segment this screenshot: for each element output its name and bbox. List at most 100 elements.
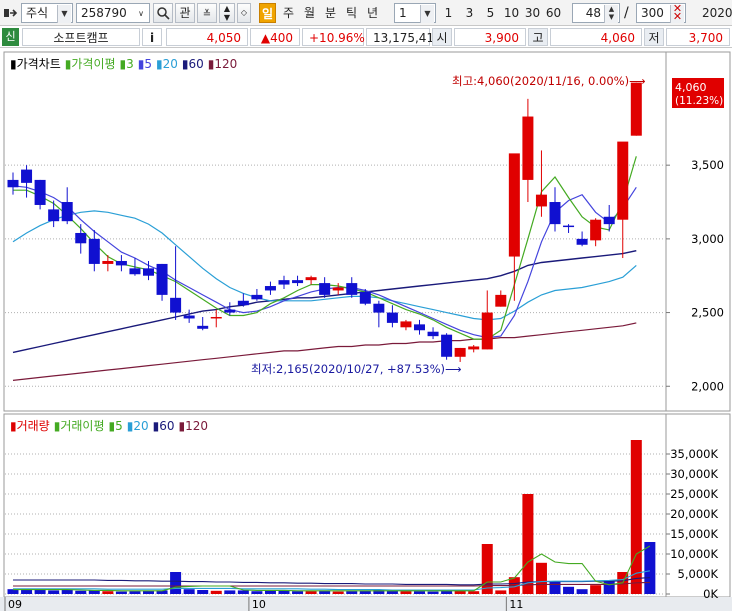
price-legend: ▮가격차트 ▮가격이평 ▮3 ▮5 ▮20 ▮60 ▮120 [10, 57, 237, 71]
spinner-icon[interactable]: ▲ ▼ [604, 5, 618, 23]
volume-bar [224, 590, 236, 594]
candle-body [468, 346, 480, 350]
candle-body [373, 303, 385, 313]
chart-area[interactable]: 3,500 3,000 2,500 2,000 35,000K 30,000K 25,00… [0, 48, 732, 611]
candle-body [129, 268, 141, 275]
interval-select[interactable]: 1 ▼ [394, 3, 436, 23]
chevron-down-icon[interactable]: ▼ [57, 5, 71, 23]
market-select[interactable]: 주식 ▼ [21, 3, 73, 23]
close-icon[interactable]: ✕ ✕ [670, 3, 684, 23]
volume-bar [264, 590, 276, 594]
quick-interval-30[interactable]: 30 [523, 3, 542, 23]
volume-bar [495, 590, 507, 594]
display-count-input[interactable]: 48 ▲ ▼ [572, 3, 620, 23]
quick-interval-60[interactable]: 60 [544, 3, 563, 23]
candle-body [183, 315, 195, 319]
candle-body [88, 238, 100, 264]
price-legend-item: ▮3 [120, 57, 134, 71]
candle-body [278, 280, 290, 285]
volume-bar [210, 590, 222, 594]
count-separator: / [624, 5, 629, 21]
volume-bar [61, 590, 73, 594]
period-day[interactable]: 일 [259, 3, 276, 23]
candle-body [237, 300, 249, 306]
candle-body [414, 324, 425, 331]
candle-body [427, 331, 439, 337]
date-field[interactable]: 2020/ [702, 6, 732, 20]
candle-body [630, 82, 642, 136]
quick-interval-10[interactable]: 10 [502, 3, 521, 23]
date-label: 10 [252, 598, 266, 611]
high-price: 4,060 [550, 28, 642, 46]
price-legend-item: ▮가격차트 [10, 57, 61, 71]
period-month[interactable]: 월 [301, 3, 318, 23]
stock-name-text: 소프트캠프 [53, 31, 109, 45]
current-price-tag-value: 4,060 [675, 81, 707, 94]
stock-name: 소프트캠프 [22, 28, 140, 46]
price-tick-label: 2,500 [691, 306, 724, 320]
volume-panel[interactable] [3, 413, 667, 598]
candle-body [400, 321, 412, 328]
candle-body [34, 179, 46, 205]
candle-body [590, 219, 602, 241]
low-price: 3,700 [666, 28, 730, 46]
volume-bar [468, 591, 480, 594]
quick-interval-3[interactable]: 3 [461, 3, 478, 23]
candle-body [359, 291, 371, 304]
volume-legend-item: ▮거래이평 [54, 419, 105, 433]
price-panel[interactable] [3, 51, 667, 412]
price-tick-label: 2,000 [691, 379, 724, 393]
volume-bar [183, 589, 195, 594]
chevron-down-icon[interactable]: ▼ [420, 5, 434, 23]
next-stock-button[interactable]: ◇ [237, 3, 251, 23]
date-axis [0, 597, 732, 611]
credit-tag: 신 [2, 28, 19, 46]
display-count-value: 48 [585, 6, 601, 20]
candle-body [617, 141, 629, 220]
period-week[interactable]: 주 [280, 3, 297, 23]
volume-bar [414, 591, 425, 594]
interest-button[interactable]: 관 [175, 3, 195, 23]
chevron-down-icon[interactable]: ∨ [134, 5, 148, 23]
period-year[interactable]: 년 [364, 3, 381, 23]
candle-body [264, 286, 276, 291]
info-button[interactable]: i [142, 28, 162, 46]
candle-body [535, 194, 547, 207]
volume-bar [332, 591, 344, 594]
link-icon[interactable] [3, 6, 19, 20]
candle-body [319, 283, 331, 295]
volume-bar [576, 589, 588, 594]
candle-body [292, 280, 304, 284]
interval-value: 1 [399, 6, 407, 20]
volume-bar [129, 591, 141, 594]
volume-bar [563, 586, 575, 594]
volume-tick-label: 30,000K [670, 467, 718, 481]
candle-body [143, 268, 154, 276]
low-annotation: 최저:2,165(2020/10/27, +87.53%)⟶ [251, 362, 462, 376]
volume-bar [535, 562, 547, 594]
volume-legend-item: ▮거래량 [10, 419, 50, 433]
high-annotation: 최고:4,060(2020/11/16, 0.00%)⟶ [452, 74, 646, 88]
volume-bar [48, 590, 60, 594]
price-legend-item: ▮60 [182, 57, 204, 71]
candle-body [156, 263, 168, 295]
candle-body [481, 312, 493, 350]
period-tick[interactable]: 틱 [343, 3, 360, 23]
volume-bar [427, 591, 439, 594]
search-button[interactable] [153, 3, 173, 23]
volume-bar [197, 590, 209, 594]
up-down-stepper[interactable]: ▲ ▼ [219, 3, 235, 23]
candle-body [386, 312, 398, 323]
volume-legend-item: ▮20 [127, 419, 149, 433]
volume-bar [400, 591, 412, 594]
menu-icon: ≚ [202, 9, 212, 20]
candle-body [441, 334, 453, 357]
stock-group-button[interactable]: ≚ [197, 3, 217, 23]
stock-code-input[interactable]: 258790 ∨ [76, 3, 150, 23]
candle-body [576, 238, 588, 245]
price-legend-item: ▮20 [156, 57, 178, 71]
period-minute[interactable]: 분 [322, 3, 339, 23]
quick-interval-5[interactable]: 5 [482, 3, 499, 23]
quick-interval-1[interactable]: 1 [440, 3, 457, 23]
total-count-input[interactable]: 300 ✕ ✕ [636, 3, 686, 23]
